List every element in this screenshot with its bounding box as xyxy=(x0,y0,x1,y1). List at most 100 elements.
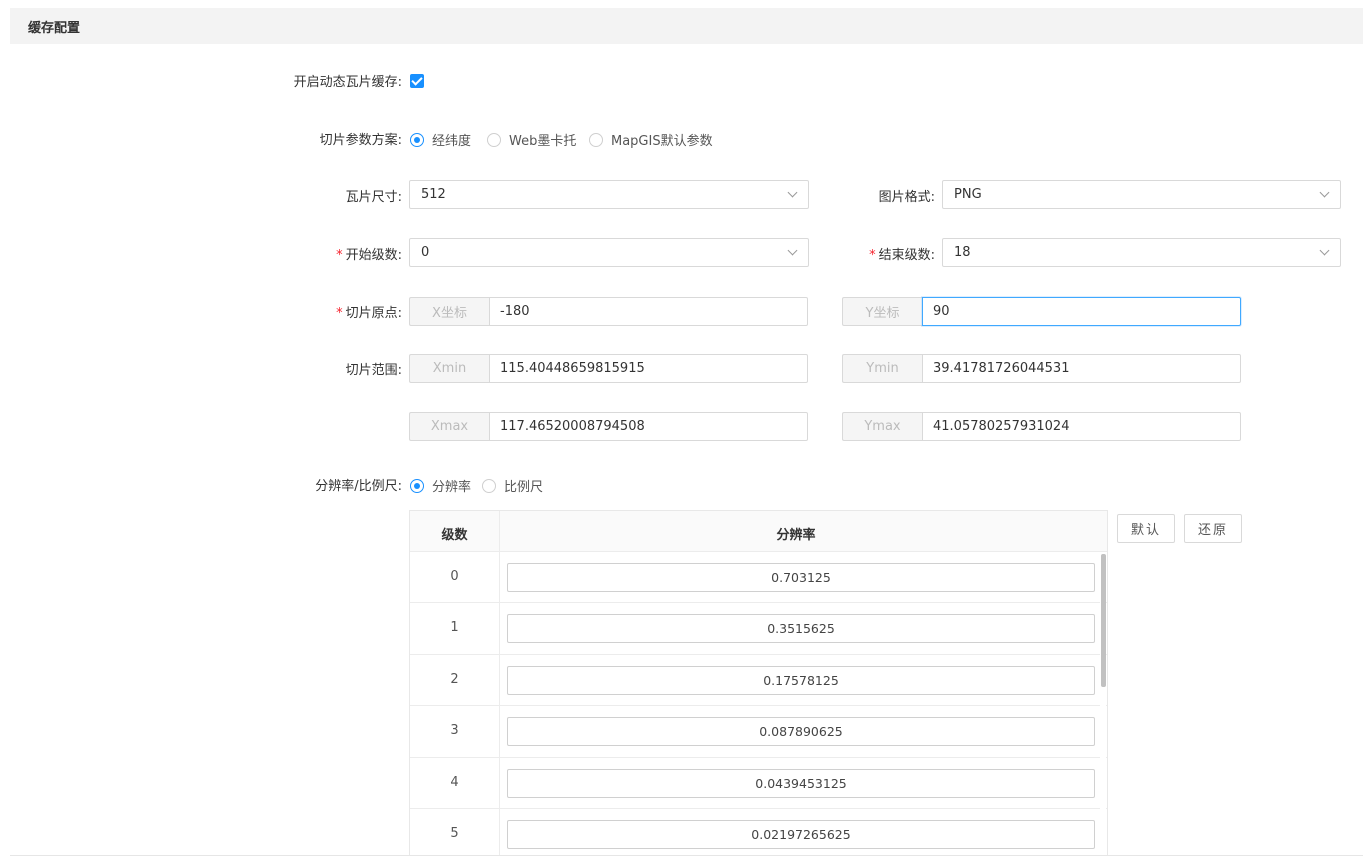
restore-button[interactable]: 还原 xyxy=(1184,514,1242,543)
table-body: 0 0.703125 1 0.3515625 2 0.17578125 3 0.… xyxy=(410,552,1107,855)
tile-size-value: 512 xyxy=(421,187,446,202)
scheme-option-label: MapGIS默认参数 xyxy=(611,134,713,149)
image-format-value: PNG xyxy=(954,187,982,202)
origin-y-addon: Y坐标 xyxy=(842,297,922,326)
tile-size-label-wrap: 瓦片尺寸: xyxy=(0,181,402,209)
extent-label: 切片范围: xyxy=(345,363,402,378)
resolution-mode-option-label: 比例尺 xyxy=(504,480,544,495)
origin-x-input[interactable]: -180 xyxy=(489,297,808,326)
table-row: 4 0.0439453125 xyxy=(410,757,1107,809)
start-level-value: 0 xyxy=(421,245,430,260)
extent-label-wrap: 切片范围: xyxy=(0,354,402,382)
section-header: 缓存配置 xyxy=(10,8,1363,44)
start-level-label: * 开始级数: xyxy=(336,244,402,263)
resolution-input[interactable]: 0.0439453125 xyxy=(507,768,1095,798)
origin-x-addon: X坐标 xyxy=(409,297,489,326)
end-level-select[interactable]: 18 xyxy=(942,238,1341,267)
scheme-radio-webmercator[interactable]: Web墨卡托 xyxy=(487,130,576,149)
extent-xmax-addon: Xmax xyxy=(409,412,489,441)
radio-dot-icon xyxy=(410,132,424,147)
resolution-mode-radio-scale[interactable]: 比例尺 xyxy=(482,476,543,495)
resolution-input[interactable]: 0.703125 xyxy=(507,563,1095,592)
table-scrollbar-thumb[interactable] xyxy=(1101,554,1106,687)
extent-ymax-group: Ymax 41.05780257931024 xyxy=(842,412,1241,441)
radio-dot-icon xyxy=(589,132,603,147)
scheme-label: 切片参数方案: xyxy=(319,133,402,148)
scheme-option-label: 经纬度 xyxy=(432,134,472,149)
cell-divider xyxy=(499,706,500,757)
resolution-mode-label-wrap: 分辨率/比例尺: xyxy=(0,470,402,498)
end-level-label-text: 结束级数: xyxy=(878,248,935,263)
cell-divider xyxy=(499,552,500,603)
origin-label-wrap: * 切片原点: xyxy=(0,297,402,325)
level-cell: 0 xyxy=(450,569,459,584)
scheme-radio-mapgis[interactable]: MapGIS默认参数 xyxy=(589,130,713,149)
radio-dot-icon xyxy=(487,132,501,147)
chevron-down-icon xyxy=(1319,245,1330,256)
extent-ymin-input[interactable]: 39.41781726044531 xyxy=(922,354,1241,383)
cell-divider xyxy=(499,603,500,654)
extent-ymax-input[interactable]: 41.05780257931024 xyxy=(922,412,1241,441)
origin-y-input[interactable]: 90 xyxy=(922,297,1241,326)
resolution-mode-label: 分辨率/比例尺: xyxy=(315,479,402,494)
start-level-label-wrap: * 开始级数: xyxy=(0,239,402,267)
resolution-column-header: 分辨率 xyxy=(776,528,816,543)
start-level-select[interactable]: 0 xyxy=(409,238,809,267)
default-button[interactable]: 默认 xyxy=(1117,514,1175,543)
chevron-down-icon xyxy=(1319,187,1330,198)
cell-divider xyxy=(499,757,500,808)
scheme-label-wrap: 切片参数方案: xyxy=(0,124,402,152)
level-cell: 4 xyxy=(450,774,459,790)
extent-ymin-addon: Ymin xyxy=(842,354,922,383)
level-cell: 2 xyxy=(450,671,459,687)
image-format-label-wrap: 图片格式: xyxy=(800,181,935,209)
origin-label-text: 切片原点: xyxy=(345,306,402,321)
end-level-value: 18 xyxy=(954,245,971,260)
dynamic-cache-label: 开启动态瓦片缓存: xyxy=(293,75,402,90)
origin-x-group: X坐标 -180 xyxy=(409,297,808,326)
origin-label: * 切片原点: xyxy=(336,302,402,321)
resolution-mode-option-label: 分辨率 xyxy=(432,480,472,495)
end-level-label-wrap: * 结束级数: xyxy=(800,239,935,267)
extent-xmin-input[interactable]: 115.40448659815915 xyxy=(489,354,808,383)
level-cell: 5 xyxy=(450,825,459,841)
extent-xmax-group: Xmax 117.46520008794508 xyxy=(409,412,808,441)
origin-y-group: Y坐标 90 xyxy=(842,297,1241,326)
table-row: 3 0.087890625 xyxy=(410,706,1107,758)
dynamic-cache-label-wrap: 开启动态瓦片缓存: xyxy=(0,66,402,94)
scheme-radio-latlon[interactable]: 经纬度 xyxy=(410,130,471,149)
resolution-input[interactable]: 0.087890625 xyxy=(507,717,1095,747)
resolution-input[interactable]: 0.02197265625 xyxy=(507,819,1095,849)
required-mark: * xyxy=(336,248,343,263)
extent-ymax-addon: Ymax xyxy=(842,412,922,441)
image-format-label: 图片格式: xyxy=(878,190,935,205)
section-title: 缓存配置 xyxy=(28,21,81,36)
table-row: 2 0.17578125 xyxy=(410,654,1107,707)
end-level-label: * 结束级数: xyxy=(869,244,935,263)
chevron-down-icon xyxy=(787,245,798,256)
resolution-input[interactable]: 0.17578125 xyxy=(507,665,1095,695)
level-column-header: 级数 xyxy=(441,528,468,543)
level-cell: 3 xyxy=(450,723,459,739)
extent-xmax-input[interactable]: 117.46520008794508 xyxy=(489,412,808,441)
extent-xmin-addon: Xmin xyxy=(409,354,489,383)
resolution-input[interactable]: 0.3515625 xyxy=(507,614,1095,644)
extent-xmin-group: Xmin 115.40448659815915 xyxy=(409,354,808,383)
start-level-label-text: 开始级数: xyxy=(345,248,402,263)
image-format-select[interactable]: PNG xyxy=(942,180,1341,209)
tile-size-select[interactable]: 512 xyxy=(409,180,809,209)
table-header: 级数 分辨率 xyxy=(410,511,1107,552)
chevron-down-icon xyxy=(787,187,798,198)
scheme-option-label: Web墨卡托 xyxy=(509,134,577,149)
table-row: 0 0.703125 xyxy=(410,552,1107,604)
resolution-mode-radio-resolution[interactable]: 分辨率 xyxy=(410,476,471,495)
radio-dot-icon xyxy=(482,478,496,493)
table-row: 5 0.02197265625 xyxy=(410,808,1107,855)
required-mark: * xyxy=(336,306,343,321)
table-row: 1 0.3515625 xyxy=(410,603,1107,655)
resolution-table: 级数 分辨率 0 0.703125 1 0.3515625 2 0.175781… xyxy=(409,510,1108,856)
dynamic-cache-checkbox[interactable] xyxy=(410,74,424,88)
radio-dot-icon xyxy=(410,478,424,493)
required-mark: * xyxy=(869,248,876,263)
cell-divider xyxy=(499,808,500,855)
